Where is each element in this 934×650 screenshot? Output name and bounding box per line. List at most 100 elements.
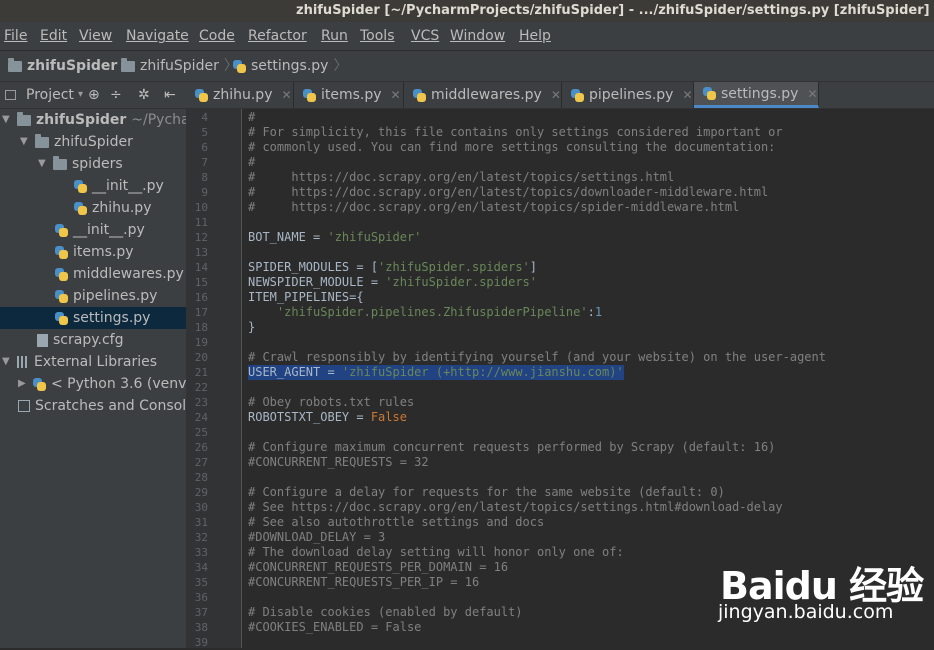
menu-run[interactable]: Run [321, 22, 348, 50]
menu-vcs[interactable]: VCS [411, 22, 439, 50]
code-line: # [248, 155, 256, 169]
config-file-icon [37, 333, 48, 347]
line-number: 13 [194, 246, 208, 259]
menu-file[interactable]: File [4, 22, 27, 50]
breadcrumb-package[interactable]: zhifuSpider 〉 [121, 51, 238, 81]
chevron-down-icon[interactable]: ▼ [2, 109, 12, 131]
editor-tab-bar: zhihu.py ✕ items.py ✕ middlewares.py ✕ pipe… [186, 82, 934, 109]
python-file-icon [55, 311, 68, 325]
chevron-down-icon[interactable]: ▾ [78, 82, 83, 108]
line-number: 6 [201, 141, 208, 154]
code-line: #DOWNLOAD_DELAY = 3 [248, 530, 386, 544]
python-file-icon [55, 289, 68, 303]
tab-settings[interactable]: settings.py ✕ [694, 82, 819, 108]
library-icon [17, 356, 29, 368]
tree-item-spiders-init[interactable]: __init__.py [74, 175, 164, 197]
chevron-right-icon[interactable]: ▶ [18, 373, 28, 395]
menu-code[interactable]: Code [199, 22, 235, 50]
line-number: 20 [194, 351, 208, 364]
chevron-down-icon[interactable]: ▼ [38, 153, 48, 175]
menu-refactor[interactable]: Refactor [248, 22, 307, 50]
gear-icon[interactable]: ✲ [138, 82, 150, 108]
tree-item-middlewares[interactable]: middlewares.py [55, 263, 184, 285]
chevron-down-icon[interactable]: ▼ [20, 131, 30, 153]
tree-item-items[interactable]: items.py [55, 241, 134, 263]
line-number: 36 [194, 591, 208, 604]
line-number: 8 [201, 171, 208, 184]
tree-item-scratches[interactable]: Scratches and Consoles [18, 395, 186, 417]
menu-bar: File Edit View Navigate Code Refactor Ru… [0, 22, 934, 50]
code-line: # Obey robots.txt rules [248, 395, 415, 409]
chevron-down-icon[interactable]: ▼ [2, 351, 12, 373]
breadcrumb-project[interactable]: zhifuSpider〉 [8, 51, 136, 81]
code-line: # See https://doc.scrapy.org/en/latest/t… [248, 500, 783, 514]
folder-icon [121, 57, 135, 72]
line-number: 29 [194, 486, 208, 499]
folder-icon [8, 57, 22, 72]
project-view-selector[interactable]: Project [26, 82, 74, 108]
tab-label: pipelines.py [589, 87, 674, 103]
python-file-icon [195, 88, 208, 102]
tree-item-label: spiders [72, 156, 123, 172]
line-number: 10 [194, 201, 208, 214]
tree-item-init[interactable]: __init__.py [55, 219, 145, 241]
menu-tools[interactable]: Tools [360, 22, 395, 50]
tree-item-label: settings.py [73, 310, 151, 326]
tree-item-external-libraries[interactable]: ▼ External Libraries [2, 351, 157, 373]
line-number: 15 [194, 276, 208, 289]
code-line: NEWSPIDER_MODULE = 'zhifuSpider.spiders' [248, 275, 537, 289]
line-number: 34 [194, 561, 208, 574]
tree-item-zhihu[interactable]: zhihu.py [74, 197, 151, 219]
code-line: # Configure a delay for requests for the… [248, 485, 725, 499]
line-number: 25 [194, 426, 208, 439]
line-number: 23 [194, 396, 208, 409]
crosshair-icon[interactable]: ⊕ [88, 82, 100, 108]
breadcrumb-file[interactable]: settings.py 〉 [233, 51, 347, 81]
tree-item-scrapy-cfg[interactable]: scrapy.cfg [37, 329, 123, 351]
python-file-icon [413, 88, 426, 102]
close-icon[interactable]: ✕ [551, 82, 561, 108]
tree-item-pipelines[interactable]: pipelines.py [55, 285, 157, 307]
tree-item-package[interactable]: ▼ zhifuSpider [20, 131, 133, 153]
tab-zhihu[interactable]: zhihu.py ✕ [186, 82, 294, 108]
code-line: 'zhifuSpider.pipelines.ZhifuspiderPipeli… [276, 305, 603, 319]
code-line: BOT_NAME = 'zhifuSpider' [248, 230, 422, 244]
line-number: 17 [194, 306, 208, 319]
close-icon[interactable]: ✕ [391, 82, 401, 108]
tab-items[interactable]: items.py ✕ [294, 82, 404, 108]
collapse-icon[interactable]: ÷ [110, 82, 122, 108]
tree-item-label: < Python 3.6 (venv) > [51, 376, 186, 392]
tree-item-project-root[interactable]: ▼ zhifuSpider~/Pycharm [2, 109, 186, 131]
breadcrumb-label: settings.py [251, 58, 329, 74]
code-line: # [248, 110, 256, 124]
close-icon[interactable]: ✕ [807, 81, 817, 107]
line-number: 38 [194, 621, 208, 634]
code-line: # https://doc.scrapy.org/en/latest/topic… [248, 170, 675, 184]
tree-item-settings[interactable]: settings.py [0, 307, 186, 329]
code-line: SPIDER_MODULES = ['zhifuSpider.spiders'] [248, 260, 537, 274]
close-icon[interactable]: ✕ [281, 82, 291, 108]
tab-pipelines[interactable]: pipelines.py ✕ [562, 82, 694, 108]
line-number: 28 [194, 471, 208, 484]
tree-item-spiders[interactable]: ▼ spiders [38, 153, 123, 175]
project-tree: ▼zhifuSpider~/Pycharm ▼zhifuSpider ▼ spid… [0, 109, 186, 648]
code-line: # See also autothrottle settings and doc… [248, 515, 545, 529]
python-file-icon [33, 377, 46, 391]
project-view-icon [5, 90, 16, 100]
menu-navigate[interactable]: Navigate [126, 22, 189, 50]
close-icon[interactable]: ✕ [682, 82, 692, 108]
line-number: 32 [194, 531, 208, 544]
code-line: # commonly used. You can find more setti… [248, 140, 776, 154]
line-number: 21 [194, 366, 208, 379]
line-number: 24 [194, 411, 208, 424]
line-number-gutter: 4 5 6 7 8 9 10 11 12 13 14 15 16 17 18 19 20 21 22 23 24 25 26… [186, 109, 242, 649]
menu-edit[interactable]: Edit [40, 22, 67, 50]
menu-view[interactable]: View [79, 22, 112, 50]
python-file-icon [55, 223, 68, 237]
tree-item-python-sdk[interactable]: ▶ < Python 3.6 (venv) > [18, 373, 186, 395]
menu-help[interactable]: Help [519, 22, 551, 50]
tab-middlewares[interactable]: middlewares.py ✕ [404, 82, 562, 108]
menu-window[interactable]: Window [450, 22, 505, 50]
hide-panel-icon[interactable]: ⇤ [164, 82, 176, 108]
breadcrumb: zhifuSpider〉 zhifuSpider〉 settings.py〉 [0, 50, 934, 82]
